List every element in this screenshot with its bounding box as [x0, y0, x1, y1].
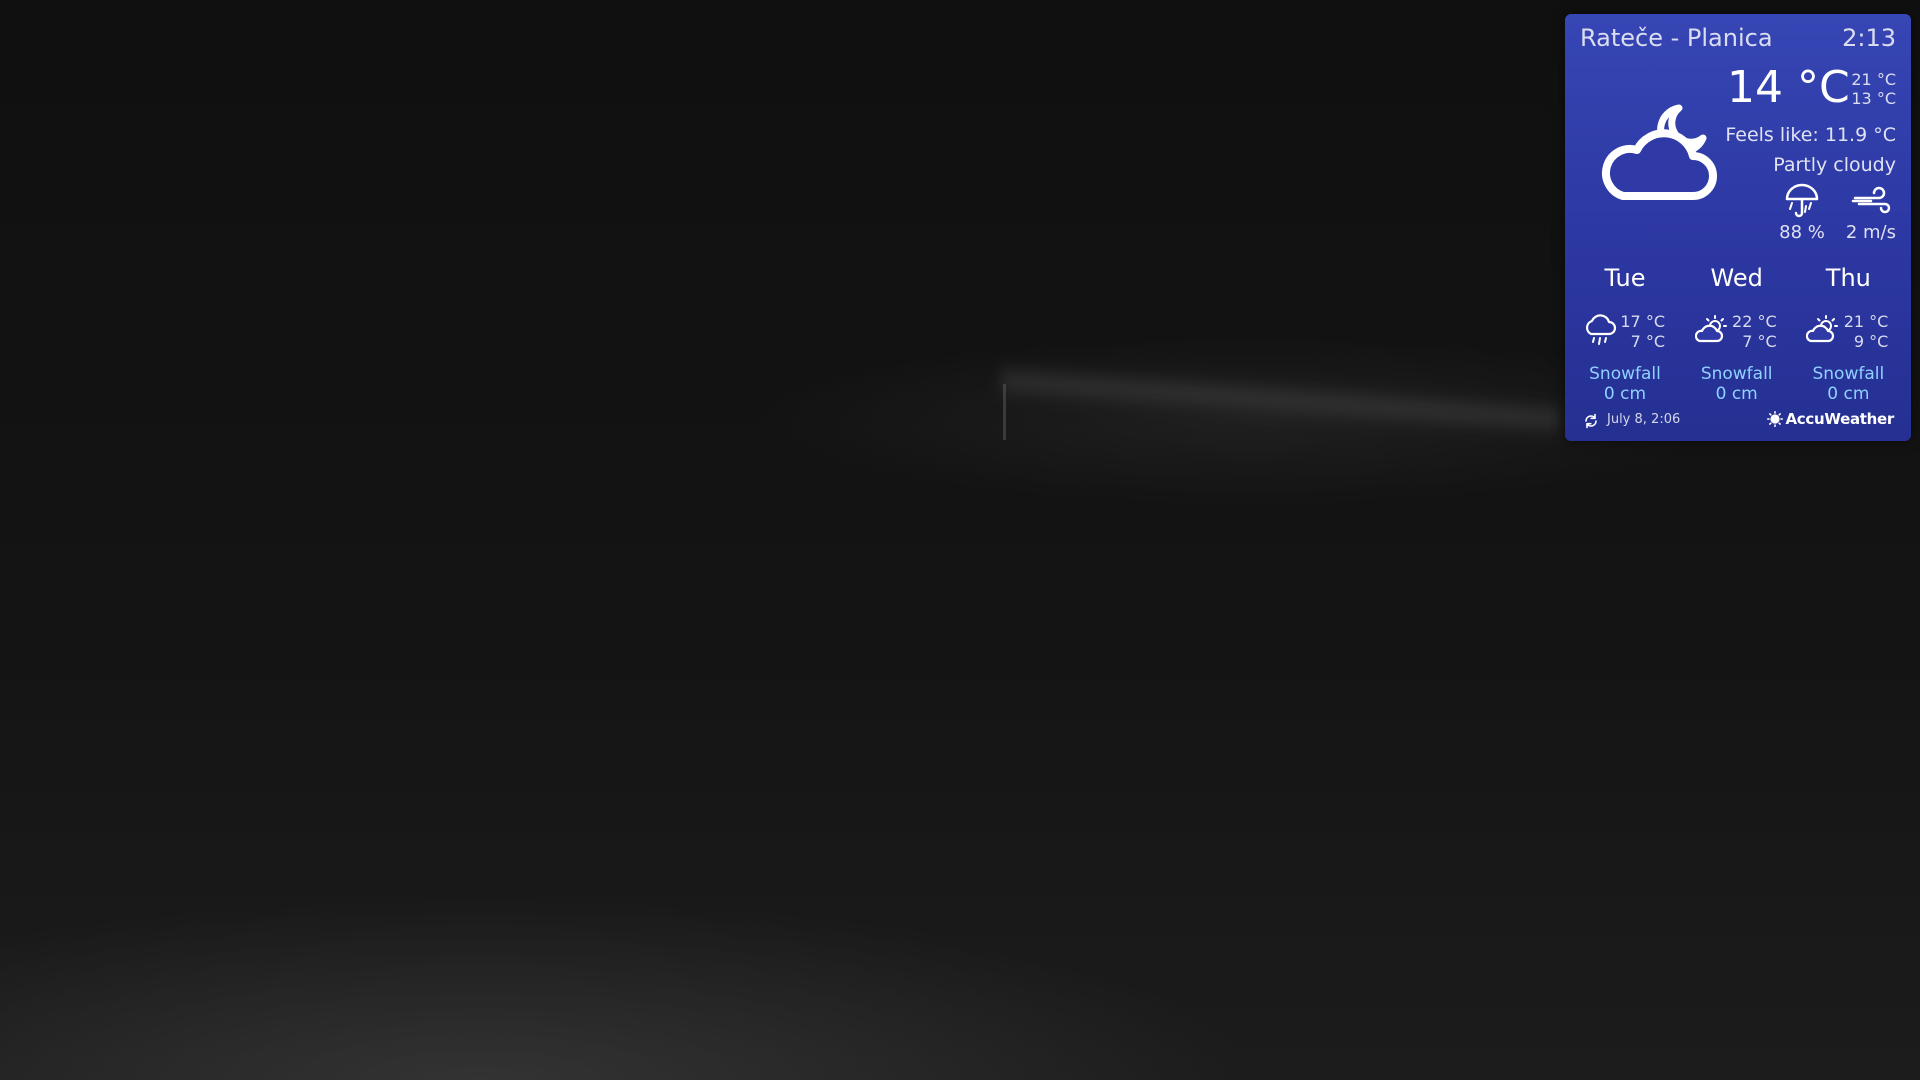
wind-icon: [1851, 186, 1891, 214]
partly-sunny-icon: [1806, 315, 1839, 343]
sun-logo-icon: [1766, 411, 1783, 427]
snowfall-value: 0 cm: [1715, 384, 1758, 404]
brand-name: AccuWeather: [1785, 410, 1895, 428]
forecast-day-name: Thu: [1825, 264, 1871, 292]
partly-sunny-icon: [1694, 315, 1727, 343]
partly-cloudy-night-icon: [1601, 104, 1717, 200]
last-updated: July 8, 2:06: [1607, 412, 1681, 427]
snowfall-value: 0 cm: [1827, 384, 1870, 404]
forecast-temps: 22 °C 7 °C: [1731, 312, 1777, 352]
wind-value: 2 m/s: [1845, 222, 1896, 243]
accuweather-logo[interactable]: AccuWeather: [1766, 410, 1895, 428]
forecast-day-name: Wed: [1710, 264, 1763, 292]
forecast-snowfall: Snowfall 0 cm: [1798, 364, 1898, 404]
location-name: Rateče - Planica: [1580, 24, 1773, 52]
forecast-temps: 21 °C 9 °C: [1842, 312, 1889, 352]
precipitation-value: 88 %: [1779, 222, 1825, 243]
forecast-low: 7 °C: [1742, 332, 1777, 351]
today-high-low: 21 °C 13 °C: [1851, 70, 1896, 108]
pole: [1003, 384, 1006, 440]
forecast-low: 7 °C: [1630, 332, 1665, 351]
refresh-icon[interactable]: [1583, 413, 1599, 429]
forecast-high: 21 °C: [1843, 312, 1889, 331]
forecast-list: Tue 17 °C 7 °C Snowfall 0 cm Wed 22 °C 7…: [1575, 264, 1910, 414]
forecast-low: 9 °C: [1853, 332, 1889, 351]
snowfall-value: 0 cm: [1603, 384, 1647, 404]
current-temperature: 14 °C: [1727, 62, 1850, 113]
snowfall-label: Snowfall: [1812, 364, 1885, 384]
forecast-high: 17 °C: [1620, 312, 1665, 331]
today-high: 21 °C: [1851, 70, 1896, 89]
forecast-temps: 17 °C 7 °C: [1619, 312, 1665, 352]
current-time: 2:13: [1842, 24, 1896, 52]
forecast-day: Thu 21 °C 9 °C Snowfall 0 cm: [1798, 264, 1910, 414]
forecast-day-name: Tue: [1604, 264, 1646, 292]
snowfall-label: Snowfall: [1700, 364, 1773, 384]
snowfall-label: Snowfall: [1589, 364, 1661, 384]
forecast-snowfall: Snowfall 0 cm: [1687, 364, 1787, 404]
umbrella-rain-icon: [1785, 183, 1819, 218]
feels-like: Feels like: 11.9 °C: [1725, 124, 1896, 146]
weather-widget: Rateče - Planica 2:13 14 °C 21 °C 13 °C …: [1565, 14, 1911, 441]
today-low: 13 °C: [1851, 89, 1896, 108]
forecast-snowfall: Snowfall 0 cm: [1575, 364, 1675, 404]
forecast-day: Wed 22 °C 7 °C Snowfall 0 cm: [1687, 264, 1799, 414]
rain-cloud-icon: [1585, 314, 1617, 345]
forecast-high: 22 °C: [1732, 312, 1777, 331]
snow-ridge: [999, 360, 1561, 440]
condition-text: Partly cloudy: [1773, 154, 1896, 176]
forecast-day: Tue 17 °C 7 °C Snowfall 0 cm: [1575, 264, 1687, 414]
